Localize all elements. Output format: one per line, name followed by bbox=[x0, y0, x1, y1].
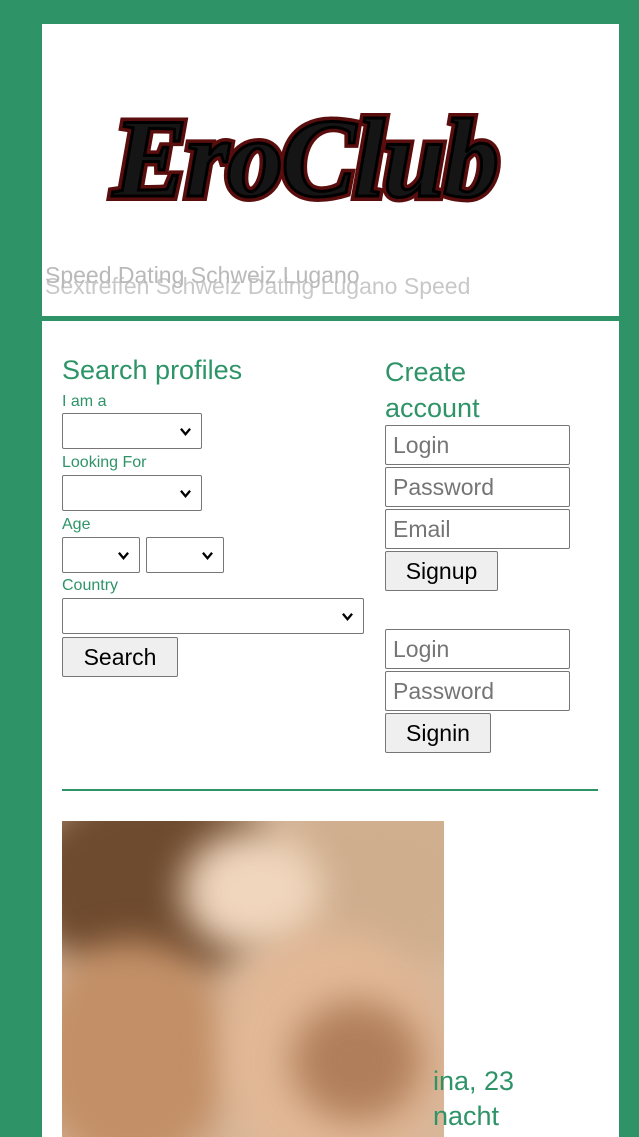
header-panel: EroClub EroClub Sextreffen Schweiz Datin… bbox=[42, 24, 619, 316]
signin-login-field[interactable]: Login bbox=[385, 629, 570, 669]
chevron-down-icon bbox=[180, 490, 191, 499]
age-label: Age bbox=[62, 516, 91, 533]
section-divider bbox=[62, 789, 598, 791]
age-min-select[interactable] bbox=[62, 537, 140, 573]
search-button[interactable]: Search bbox=[62, 637, 178, 677]
main-panel: Search profiles I am a Looking For Age C… bbox=[42, 321, 619, 1137]
chevron-down-icon bbox=[180, 428, 191, 437]
i-am-label: I am a bbox=[62, 393, 107, 410]
country-label: Country bbox=[62, 577, 119, 594]
signup-password-field[interactable]: Password bbox=[385, 467, 570, 507]
search-profiles-title: Search profiles bbox=[62, 355, 243, 385]
country-select[interactable] bbox=[62, 598, 364, 634]
create-account-title: Create account bbox=[385, 357, 480, 423]
tagline-front: Speed Dating Schweiz Lugano bbox=[45, 262, 360, 288]
profile-name-age[interactable]: ina, 23 bbox=[433, 1066, 514, 1097]
looking-for-label: Looking For bbox=[62, 454, 147, 471]
signup-button[interactable]: Signup bbox=[385, 551, 498, 591]
age-max-select[interactable] bbox=[146, 537, 224, 573]
signup-email-field[interactable]: Email bbox=[385, 509, 570, 549]
i-am-select[interactable] bbox=[62, 413, 202, 449]
chevron-down-icon bbox=[118, 552, 129, 561]
profile-city: nacht bbox=[433, 1101, 500, 1131]
signup-login-field[interactable]: Login bbox=[385, 425, 570, 465]
chevron-down-icon bbox=[202, 552, 213, 561]
profile-photo[interactable] bbox=[62, 821, 444, 1137]
svg-text:EroClub: EroClub bbox=[112, 97, 497, 221]
chevron-down-icon bbox=[342, 613, 353, 622]
signin-button[interactable]: Signin bbox=[385, 713, 491, 753]
eroclub-logo[interactable]: EroClub EroClub bbox=[60, 84, 550, 234]
looking-for-select[interactable] bbox=[62, 475, 202, 511]
signin-password-field[interactable]: Password bbox=[385, 671, 570, 711]
